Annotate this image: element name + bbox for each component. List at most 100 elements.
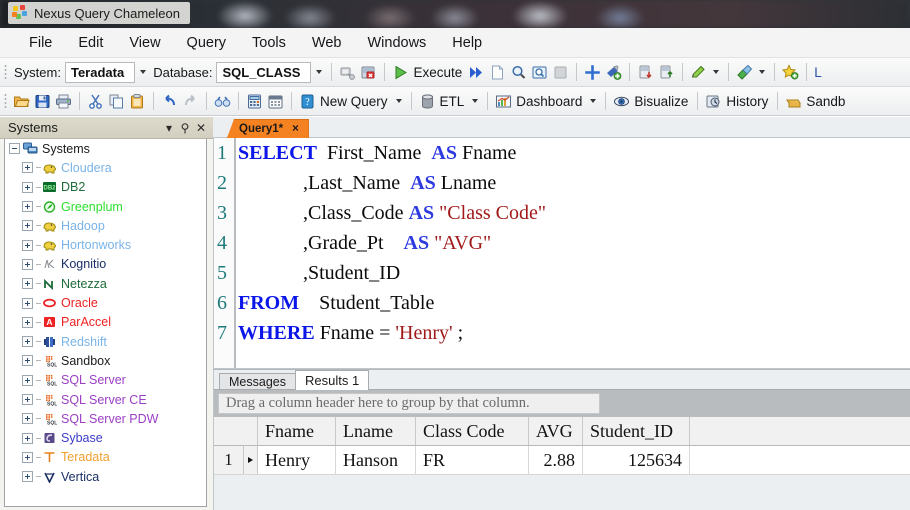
paint-brush-icon[interactable] — [736, 64, 753, 81]
bisualize-eye-icon[interactable] — [613, 93, 630, 110]
systems-tree[interactable]: Systems Cloudera DB2 DB2 Greenplum Hadoo… — [4, 139, 207, 507]
collapse-expander-icon[interactable] — [9, 143, 20, 155]
find-icon[interactable] — [510, 64, 527, 81]
column-header-student-id[interactable]: Student_ID — [583, 417, 690, 445]
row-selector-cell[interactable] — [244, 446, 258, 474]
execute-label[interactable]: Execute — [411, 65, 466, 80]
tab-messages[interactable]: Messages — [219, 373, 296, 390]
menu-item-web[interactable]: Web — [299, 31, 355, 55]
expand-expander-icon[interactable] — [22, 316, 33, 328]
sql-editor[interactable]: 1 2 3 4 5 6 7 SELECT First_Name AS Fname… — [213, 138, 910, 370]
add-object-icon[interactable] — [605, 64, 622, 81]
tree-root-systems[interactable]: Systems — [5, 139, 206, 158]
paste-icon[interactable] — [129, 93, 146, 110]
tree-item-hortonworks[interactable]: Hortonworks — [5, 235, 206, 254]
print-icon[interactable] — [55, 93, 72, 110]
tree-item-db2[interactable]: DB2 DB2 — [5, 178, 206, 197]
stop-icon[interactable] — [552, 64, 569, 81]
expand-expander-icon[interactable] — [22, 355, 33, 367]
expand-expander-icon[interactable] — [22, 413, 33, 425]
group-by-dropzone[interactable]: Drag a column header here to group by th… — [218, 393, 600, 414]
tree-item-vertica[interactable]: Vertica — [5, 467, 206, 486]
sandbox-label[interactable]: Sandb — [804, 94, 849, 109]
etl-label[interactable]: ETL — [438, 94, 469, 109]
open-folder-icon[interactable] — [13, 93, 30, 110]
tree-item-sql-server[interactable]: SQL SQL Server — [5, 371, 206, 390]
etl-icon[interactable] — [419, 93, 436, 110]
brush-dropdown-caret[interactable] — [759, 70, 766, 74]
query-tab-query1[interactable]: Query1* × — [227, 119, 309, 138]
etl-dropdown-caret[interactable] — [472, 99, 479, 103]
database-combobox[interactable]: SQL_CLASS — [216, 61, 312, 83]
menu-item-query[interactable]: Query — [174, 31, 240, 55]
toolbar-grip[interactable] — [4, 92, 7, 110]
cell-student-id[interactable]: 125634 — [583, 446, 690, 474]
expand-expander-icon[interactable] — [22, 471, 33, 483]
new-query-icon[interactable]: ? — [299, 93, 316, 110]
tree-item-kognitio[interactable]: Kognitio — [5, 255, 206, 274]
dashboard-icon[interactable] — [495, 93, 512, 110]
add-plus-icon[interactable] — [584, 64, 601, 81]
copy-icon[interactable] — [108, 93, 125, 110]
tree-item-sql-server-pdw[interactable]: SQL SQL Server PDW — [5, 409, 206, 428]
tab-results-1[interactable]: Results 1 — [294, 370, 370, 390]
truncated-l-label[interactable]: L — [812, 65, 826, 80]
calculator-icon[interactable] — [246, 93, 263, 110]
results-grid[interactable]: Fname Lname Class Code AVG Student_ID 1 … — [214, 417, 910, 475]
tree-item-oracle[interactable]: Oracle — [5, 293, 206, 312]
tree-item-netezza[interactable]: Netezza — [5, 274, 206, 293]
expand-expander-icon[interactable] — [22, 181, 33, 193]
tree-item-paraccel[interactable]: A ParAccel — [5, 313, 206, 332]
expand-expander-icon[interactable] — [22, 374, 33, 386]
tree-item-teradata[interactable]: Teradata — [5, 448, 206, 467]
edit-pencil-icon[interactable] — [690, 64, 707, 81]
sandbox-icon[interactable] — [785, 93, 802, 110]
new-query-dropdown-caret[interactable] — [395, 99, 402, 103]
column-header-lname[interactable]: Lname — [336, 417, 416, 445]
sql-code[interactable]: SELECT First_Name AS Fname ,Last_Name AS… — [238, 138, 910, 370]
cell-lname[interactable]: Hanson — [336, 446, 416, 474]
menu-item-file[interactable]: File — [16, 31, 65, 55]
calendar-icon[interactable] — [267, 93, 284, 110]
export-data-icon[interactable] — [658, 64, 675, 81]
menu-item-view[interactable]: View — [116, 31, 173, 55]
binoculars-icon[interactable] — [214, 93, 231, 110]
tree-item-hadoop[interactable]: Hadoop — [5, 216, 206, 235]
column-header-fname[interactable]: Fname — [258, 417, 336, 445]
column-header-avg[interactable]: AVG — [529, 417, 583, 445]
expand-expander-icon[interactable] — [22, 278, 33, 290]
tree-item-sandbox[interactable]: SQL Sandbox — [5, 351, 206, 370]
tree-item-redshift[interactable]: Redshift — [5, 332, 206, 351]
pin-icon[interactable]: ⚲ — [177, 121, 193, 135]
group-by-bar[interactable]: Drag a column header here to group by th… — [214, 390, 910, 417]
close-icon[interactable]: × — [292, 123, 299, 135]
column-header-class-code[interactable]: Class Code — [416, 417, 529, 445]
stop-connection-icon[interactable] — [360, 64, 377, 81]
close-icon[interactable]: ✕ — [193, 121, 209, 135]
expand-expander-icon[interactable] — [22, 220, 33, 232]
cell-fname[interactable]: Henry — [258, 446, 336, 474]
expand-expander-icon[interactable] — [22, 239, 33, 251]
disconnect-icon[interactable] — [339, 64, 356, 81]
expand-expander-icon[interactable] — [22, 336, 33, 348]
tree-item-sql-server-ce[interactable]: SQL SQL Server CE — [5, 390, 206, 409]
database-dropdown-caret[interactable] — [316, 70, 323, 74]
tree-item-cloudera[interactable]: Cloudera — [5, 158, 206, 177]
expand-expander-icon[interactable] — [22, 432, 33, 444]
history-icon[interactable] — [705, 93, 722, 110]
system-dropdown-caret[interactable] — [140, 70, 147, 74]
expand-expander-icon[interactable] — [22, 297, 33, 309]
expand-expander-icon[interactable] — [22, 451, 33, 463]
toolbar-grip[interactable] — [4, 63, 7, 81]
expand-expander-icon[interactable] — [22, 162, 33, 174]
chevron-down-icon[interactable]: ▾ — [161, 121, 177, 135]
find-in-window-icon[interactable] — [531, 64, 548, 81]
history-label[interactable]: History — [724, 94, 772, 109]
undo-icon[interactable] — [161, 93, 178, 110]
redo-icon[interactable] — [182, 93, 199, 110]
dashboard-dropdown-caret[interactable] — [590, 99, 597, 103]
dashboard-label[interactable]: Dashboard — [514, 94, 586, 109]
bisualize-label[interactable]: Bisualize — [632, 94, 692, 109]
pencil-dropdown-caret[interactable] — [713, 70, 720, 74]
cell-class-code[interactable]: FR — [416, 446, 529, 474]
